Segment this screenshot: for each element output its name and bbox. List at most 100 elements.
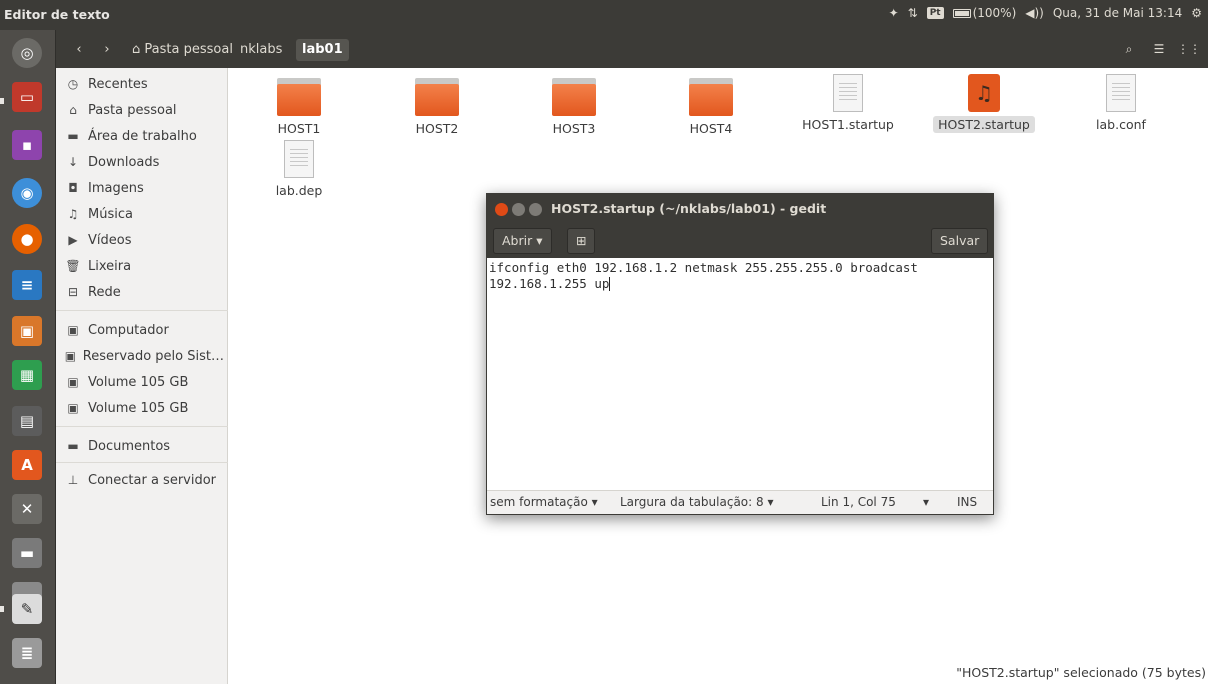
sidebar-item-documents[interactable]: ▬ Documentos xyxy=(64,434,224,458)
launcher-system-settings[interactable]: ✕ xyxy=(8,490,46,528)
battery-indicator[interactable]: (100%) xyxy=(952,6,1016,20)
volume-icon[interactable]: ◀)) xyxy=(1025,6,1044,20)
sidebar-item-recent[interactable]: ◷ Recentes xyxy=(64,72,224,96)
sidebar-separator xyxy=(56,462,228,463)
dropbox-icon[interactable]: ✦ xyxy=(889,6,899,20)
insert-mode[interactable]: INS xyxy=(957,495,977,509)
drive-icon: ▣ xyxy=(67,375,79,389)
grid-view-icon[interactable]: ⋮⋮ xyxy=(1176,38,1202,60)
text-caret xyxy=(609,277,611,291)
gedit-titlebar[interactable]: HOST2.startup (~/nklabs/lab01) - gedit xyxy=(487,194,993,224)
search-icon[interactable]: ⌕ xyxy=(1116,38,1142,60)
chevron-down-icon: ▾ xyxy=(767,495,774,509)
network-arrows-icon[interactable]: ⇅ xyxy=(908,6,918,20)
sidebar-item-volume-1[interactable]: ▣ Volume 105 GB xyxy=(64,370,224,394)
syntax-selector[interactable]: sem formatação ▾ xyxy=(490,495,598,509)
sidebar-item-label: Rede xyxy=(88,284,121,300)
launcher-app-2[interactable]: ▪ xyxy=(8,126,46,164)
tab-width-selector[interactable]: Largura da tabulação: 8 ▾ xyxy=(620,495,773,509)
home-icon: ⌂ xyxy=(69,103,77,117)
trash-icon: 🗑 xyxy=(65,259,81,273)
open-button[interactable]: Abrir ▾ xyxy=(493,228,552,254)
sidebar-item-volume-2[interactable]: ▣ Volume 105 GB xyxy=(64,396,224,420)
sidebar-item-label: Vídeos xyxy=(88,232,132,248)
text-editor-area[interactable]: ifconfig eth0 192.168.1.2 netmask 255.25… xyxy=(487,258,993,490)
sidebar-item-music[interactable]: ♫ Música xyxy=(64,202,224,226)
impress-icon: ▣ xyxy=(12,316,42,346)
sidebar-item-label: Lixeira xyxy=(88,258,132,274)
launcher-calculator[interactable]: ▤ xyxy=(8,402,46,440)
ubuntu-logo-icon: ◎ xyxy=(12,38,42,68)
file-item-host1[interactable]: HOST1 xyxy=(244,68,354,137)
breadcrumb-lab01[interactable]: lab01 xyxy=(296,39,349,61)
launcher-trash[interactable]: ≣ xyxy=(8,634,46,672)
chevron-down-icon[interactable]: ▾ xyxy=(923,495,929,509)
breadcrumb-home-label: Pasta pessoal xyxy=(144,42,233,57)
software-center-icon: A xyxy=(12,450,42,480)
launcher-impress[interactable]: ▣ xyxy=(8,312,46,350)
dash-button[interactable]: ◎ xyxy=(8,34,46,72)
launcher-calc[interactable]: ▦ xyxy=(8,356,46,394)
home-icon: ⌂ xyxy=(132,42,141,57)
launcher-chromium[interactable]: ◉ xyxy=(8,174,46,212)
minimize-icon[interactable] xyxy=(512,203,525,216)
sidebar-separator xyxy=(56,426,228,427)
sidebar-item-network[interactable]: ⊟ Rede xyxy=(64,280,224,304)
sidebar-item-videos[interactable]: ▶ Vídeos xyxy=(64,228,224,252)
file-name: lab.conf xyxy=(1096,117,1146,132)
sidebar-item-label: Área de trabalho xyxy=(88,128,197,144)
settings-gear-icon[interactable]: ⚙ xyxy=(1191,6,1202,20)
sidebar-item-pictures[interactable]: ◘ Imagens xyxy=(64,176,224,200)
back-button[interactable]: ‹ xyxy=(68,38,90,60)
file-item-lab-dep[interactable]: lab.dep xyxy=(244,134,354,199)
syntax-label: sem formatação xyxy=(490,495,588,509)
close-icon[interactable] xyxy=(495,203,508,216)
launcher-files[interactable]: ▭ xyxy=(8,78,46,116)
sidebar-item-connect-server[interactable]: ⊥ Conectar a servidor xyxy=(64,468,224,492)
running-indicator xyxy=(0,606,4,612)
file-item-host2[interactable]: HOST2 xyxy=(382,68,492,137)
drive-icon: ▣ xyxy=(67,401,79,415)
file-item-host1-startup[interactable]: HOST1.startup xyxy=(793,68,903,133)
selection-status: "HOST2.startup" selecionado (75 bytes) xyxy=(956,665,1206,680)
file-item-lab-conf[interactable]: lab.conf xyxy=(1066,68,1176,133)
firefox-icon: ● xyxy=(12,224,42,254)
editor-content: ifconfig eth0 192.168.1.2 netmask 255.25… xyxy=(489,260,926,291)
sidebar-item-reserved[interactable]: ▣ Reservado pelo Sist… xyxy=(64,344,224,368)
file-manager-icon: ▭ xyxy=(12,82,42,112)
breadcrumb-home[interactable]: ⌂ Pasta pessoal xyxy=(126,39,239,61)
running-indicator xyxy=(0,98,4,104)
sidebar-item-label: Música xyxy=(88,206,133,222)
sidebar-item-desktop[interactable]: ▬ Área de trabalho xyxy=(64,124,224,148)
sidebar-item-label: Volume 105 GB xyxy=(88,400,189,416)
file-item-host3[interactable]: HOST3 xyxy=(519,68,629,137)
launcher-drive[interactable]: ▬ xyxy=(8,534,46,572)
forward-button[interactable]: › xyxy=(96,38,118,60)
folder-icon xyxy=(689,78,733,116)
file-name: HOST4 xyxy=(689,121,733,136)
sidebar-item-computer[interactable]: ▣ Computador xyxy=(64,318,224,342)
file-item-host2-startup[interactable]: ♫ HOST2.startup xyxy=(929,68,1039,133)
keyboard-layout-indicator[interactable]: Pt xyxy=(926,7,944,19)
sidebar-item-home[interactable]: ⌂ Pasta pessoal xyxy=(64,98,224,122)
open-button-label: Abrir xyxy=(502,233,533,248)
breadcrumb-nklabs[interactable]: nklabs xyxy=(234,39,288,61)
new-tab-button[interactable]: ⊞ xyxy=(567,228,596,254)
file-name: lab.dep xyxy=(275,183,323,198)
maximize-icon[interactable] xyxy=(529,203,542,216)
launcher-gedit[interactable]: ✎ xyxy=(8,590,46,628)
sidebar-item-trash[interactable]: 🗑 Lixeira xyxy=(64,254,224,278)
clock[interactable]: Qua, 31 de Mai 13:14 xyxy=(1053,6,1182,20)
file-item-host4[interactable]: HOST4 xyxy=(656,68,766,137)
folder-icon: ▬ xyxy=(67,439,79,453)
view-options-icon[interactable]: ☰ xyxy=(1146,38,1172,60)
server-icon: ⊥ xyxy=(67,473,79,487)
file-name: HOST2.startup xyxy=(933,116,1035,133)
save-button[interactable]: Salvar xyxy=(931,228,989,254)
desktop-folder-icon: ▬ xyxy=(67,129,79,143)
sidebar-item-downloads[interactable]: ↓ Downloads xyxy=(64,150,224,174)
launcher-writer[interactable]: ≡ xyxy=(8,266,46,304)
launcher-firefox[interactable]: ● xyxy=(8,220,46,258)
launcher-software-center[interactable]: A xyxy=(8,446,46,484)
indicator-area: ✦ ⇅ Pt (100%) ◀)) Qua, 31 de Mai 13:14 ⚙ xyxy=(889,6,1202,20)
